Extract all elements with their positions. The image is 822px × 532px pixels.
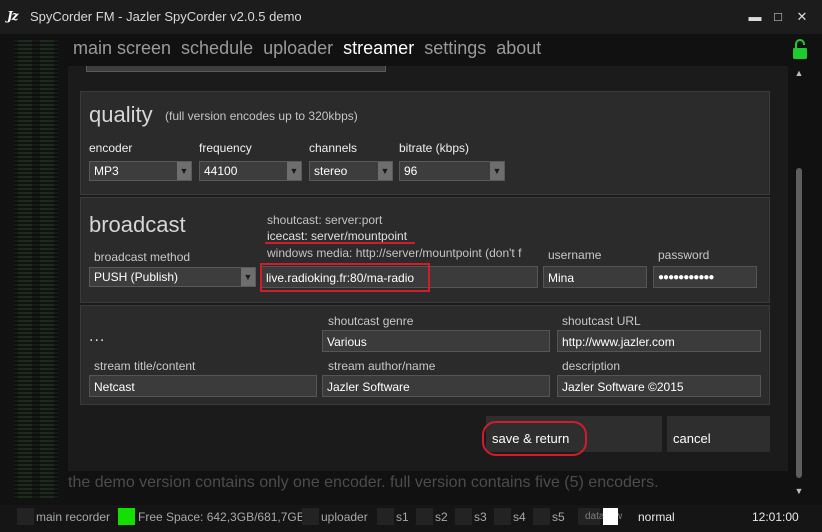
scroll-thumb[interactable] (796, 168, 802, 478)
main-recorder-status: main recorder (36, 510, 111, 524)
broadcast-method-value: PUSH (Publish) (94, 270, 179, 284)
bitrate-label: bitrate (kbps) (399, 141, 470, 155)
windows-media-hint: windows media: http://server/mountpoint … (267, 246, 522, 260)
s3-led (455, 508, 472, 525)
chevron-down-icon: ▼ (287, 162, 301, 180)
s2-led (416, 508, 433, 525)
description-input[interactable]: Jazler Software ©2015 (557, 375, 761, 397)
annotation-oval (482, 421, 587, 456)
annotation-underline (265, 242, 415, 244)
stream-author-input[interactable]: Jazler Software (322, 375, 550, 397)
broadcast-method-select[interactable]: PUSH (Publish) ▼ (89, 267, 256, 287)
title-bar: Jz SpyCorder FM - Jazler SpyCorder v2.0.… (0, 0, 822, 34)
tab-settings[interactable]: settings (424, 38, 486, 64)
tab-about[interactable]: about (496, 38, 541, 64)
bitrate-select[interactable]: 96 ▼ (399, 161, 505, 181)
partial-field (86, 66, 386, 72)
frequency-label: frequency (199, 141, 252, 155)
main-recorder-led (17, 508, 34, 525)
close-button[interactable]: ✕ (792, 8, 812, 26)
quality-note: (full version encodes up to 320kbps) (165, 109, 358, 123)
quality-heading: quality (89, 102, 153, 127)
encoder-label: encoder (89, 141, 133, 155)
bitrate-value: 96 (404, 164, 418, 178)
username-label: username (548, 248, 602, 262)
s1-status: s1 (396, 510, 409, 524)
tab-main-screen[interactable]: main screen (73, 38, 171, 64)
s4-status: s4 (513, 510, 526, 524)
broadcast-method-label: broadcast method (94, 250, 191, 264)
more-ellipsis: ... (89, 328, 106, 345)
broadcast-heading: broadcast (89, 212, 186, 237)
s2-status: s2 (435, 510, 448, 524)
cancel-label: cancel (673, 431, 711, 446)
url-label: shoutcast URL (562, 314, 641, 328)
channels-value: stereo (314, 164, 348, 178)
genre-label: shoutcast genre (328, 314, 414, 328)
free-space-status: Free Space: 642,3GB/681,7GB (138, 510, 305, 524)
uploader-led (302, 508, 319, 525)
encoder-select[interactable]: MP3 ▼ (89, 161, 192, 181)
tab-streamer[interactable]: streamer (343, 38, 414, 64)
streamer-settings-area: quality (full version encodes up to 320k… (68, 66, 788, 471)
dataflow-indicator (603, 508, 618, 525)
window-title: SpyCorder FM - Jazler SpyCorder v2.0.5 d… (30, 9, 302, 24)
app-logo: Jz (7, 9, 18, 23)
s1-led (377, 508, 394, 525)
username-input[interactable]: Mina (543, 266, 647, 288)
scroll-down-icon[interactable]: ▼ (794, 486, 804, 496)
frequency-value: 44100 (204, 164, 238, 178)
free-space-led (118, 508, 135, 525)
chevron-down-icon: ▼ (241, 268, 255, 286)
annotation-box (260, 263, 430, 292)
stream-title-input[interactable]: Netcast (89, 375, 317, 397)
quality-panel: quality (full version encodes up to 320k… (80, 91, 770, 195)
broadcast-panel: broadcast shoutcast: server:port icecast… (80, 197, 770, 303)
encoder-value: MP3 (94, 164, 119, 178)
icecast-hint: icecast: server/mountpoint (267, 229, 408, 243)
unlocked-padlock-icon[interactable] (792, 38, 808, 60)
stream-info-panel: ... shoutcast genre Various shoutcast UR… (80, 305, 770, 405)
frequency-select[interactable]: 44100 ▼ (199, 161, 302, 181)
mode-status: normal (638, 510, 675, 524)
stream-author-label: stream author/name (328, 359, 436, 373)
vu-meter (14, 40, 58, 500)
genre-input[interactable]: Various (322, 330, 550, 352)
channels-label: channels (309, 141, 358, 155)
url-input[interactable]: http://www.jazler.com (557, 330, 761, 352)
chevron-down-icon: ▼ (490, 162, 504, 180)
s3-status: s3 (474, 510, 487, 524)
cancel-button[interactable]: cancel (667, 416, 770, 452)
clock: 12:01:00 (752, 510, 799, 524)
tab-uploader[interactable]: uploader (263, 38, 333, 64)
s5-status: s5 (552, 510, 565, 524)
chevron-down-icon: ▼ (378, 162, 392, 180)
main-nav: main screen schedule uploader streamer s… (73, 38, 551, 64)
scroll-up-icon[interactable]: ▲ (794, 68, 804, 78)
stream-title-label: stream title/content (94, 359, 196, 373)
maximize-button[interactable]: □ (768, 8, 788, 26)
s5-led (533, 508, 550, 525)
shoutcast-hint: shoutcast: server:port (267, 213, 383, 227)
channels-select[interactable]: stereo ▼ (309, 161, 393, 181)
chevron-down-icon: ▼ (177, 162, 191, 180)
vertical-scrollbar[interactable]: ▲ ▼ (794, 68, 804, 498)
description-label: description (562, 359, 621, 373)
uploader-status: uploader (321, 510, 368, 524)
password-label: password (658, 248, 710, 262)
minimize-button[interactable]: ▬ (745, 8, 765, 26)
demo-notice: the demo version contains only one encod… (68, 474, 659, 491)
s4-led (494, 508, 511, 525)
status-bar: main recorder Free Space: 642,3GB/681,7G… (0, 505, 822, 532)
tab-schedule[interactable]: schedule (181, 38, 253, 64)
password-input[interactable]: ●●●●●●●●●●● (653, 266, 757, 288)
